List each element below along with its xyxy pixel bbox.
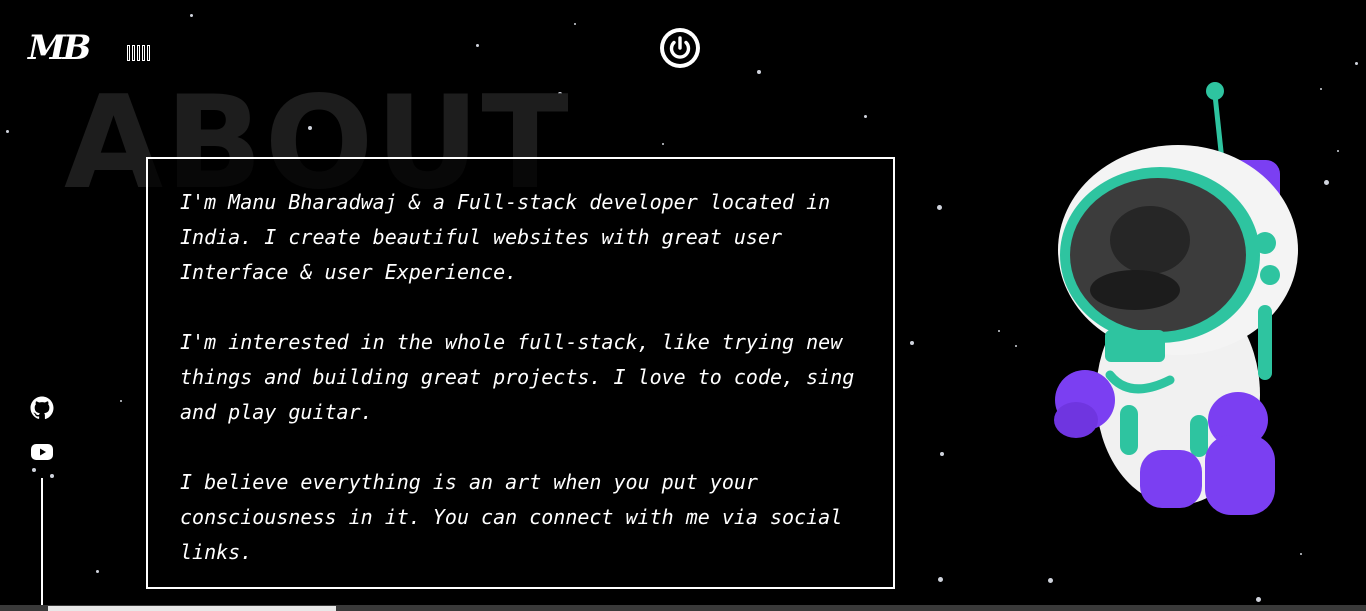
github-icon[interactable] bbox=[30, 396, 54, 420]
about-paragraph-3: I believe everything is an art when you … bbox=[180, 470, 843, 564]
about-text-card: I'm Manu Bharadwaj & a Full-stack develo… bbox=[146, 157, 895, 589]
power-icon[interactable] bbox=[660, 28, 700, 68]
site-logo[interactable]: MB bbox=[28, 28, 91, 68]
social-divider-line bbox=[41, 478, 43, 611]
social-links bbox=[30, 396, 54, 464]
youtube-icon[interactable] bbox=[30, 440, 54, 464]
horizontal-scrollbar[interactable] bbox=[0, 605, 1366, 611]
scrollbar-thumb[interactable] bbox=[48, 606, 336, 611]
sound-bars-icon[interactable] bbox=[127, 45, 150, 61]
astronaut-illustration bbox=[1030, 75, 1330, 535]
about-paragraph-1: I'm Manu Bharadwaj & a Full-stack develo… bbox=[180, 190, 831, 284]
about-paragraph-2: I'm interested in the whole full-stack, … bbox=[180, 330, 855, 424]
